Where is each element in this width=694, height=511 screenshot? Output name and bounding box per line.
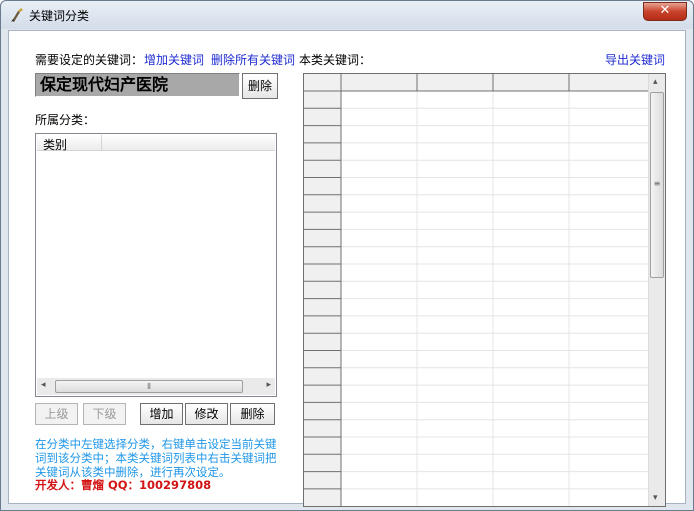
developer-info: 开发人：曹熘 QQ：100297808 [35, 478, 212, 492]
scroll-down-icon[interactable]: ▾ [653, 493, 658, 503]
scroll-left-icon[interactable]: ◂ [41, 380, 46, 390]
add-keyword-link[interactable]: 增加关键词 [144, 51, 204, 68]
export-keywords-link[interactable]: 导出关键词 [605, 51, 665, 68]
close-button[interactable]: ✕ [643, 2, 687, 21]
window: 关键词分类 ✕ 需要设定的关键词： 增加关键词 删除所有关键词 保定现代妇产医院… [0, 0, 694, 511]
close-icon: ✕ [659, 3, 671, 18]
keyword-label: 需要设定的关键词： [35, 53, 144, 67]
category-label: 所属分类： [35, 113, 96, 127]
parent-level-button[interactable]: 上级 [35, 403, 78, 425]
category-list-hscrollbar[interactable]: ◂ ⦀ ▸ [37, 378, 275, 395]
add-category-button[interactable]: 增加 [140, 403, 183, 425]
grip-icon: ⦀ [147, 382, 151, 391]
category-list[interactable]: 类别 ◂ ⦀ ▸ [35, 133, 277, 397]
client-area: 需要设定的关键词： 增加关键词 删除所有关键词 保定现代妇产医院 删除 所属分类… [8, 30, 686, 507]
delete-keyword-button[interactable]: 删除 [242, 73, 278, 99]
class-keywords-label: 本类关键词： [299, 53, 372, 67]
grip-icon: ≡ [653, 179, 661, 188]
delete-category-button[interactable]: 删除 [230, 403, 275, 425]
class-keywords-grid[interactable]: ▴ ≡ ▾ [303, 73, 666, 507]
scroll-right-icon[interactable]: ▸ [266, 380, 271, 390]
category-list-header: 类别 [37, 135, 275, 153]
child-level-button[interactable]: 下级 [83, 403, 126, 425]
current-keyword-field[interactable]: 保定现代妇产医院 [35, 73, 240, 97]
column-header-category[interactable]: 类别 [43, 136, 67, 153]
scroll-up-icon[interactable]: ▴ [653, 77, 658, 87]
vscroll-thumb[interactable]: ≡ [650, 92, 664, 278]
column-separator [101, 135, 102, 151]
grid-row-header-column [304, 74, 341, 506]
window-title: 关键词分类 [29, 9, 90, 23]
edit-category-button[interactable]: 修改 [185, 403, 228, 425]
app-icon [11, 8, 23, 22]
grid-vscrollbar[interactable]: ▴ ≡ ▾ [648, 74, 665, 506]
hscroll-thumb[interactable]: ⦀ [55, 380, 243, 393]
delete-all-keywords-link[interactable]: 删除所有关键词 [211, 51, 295, 68]
title-bar: 关键词分类 ✕ [1, 1, 693, 29]
usage-hint: 在分类中左键选择分类，右键单击设定当前关键词到该分类中；本类关键词列表中右击关键… [35, 437, 277, 479]
grid-header-row [304, 74, 649, 91]
grid-lines [304, 74, 649, 506]
